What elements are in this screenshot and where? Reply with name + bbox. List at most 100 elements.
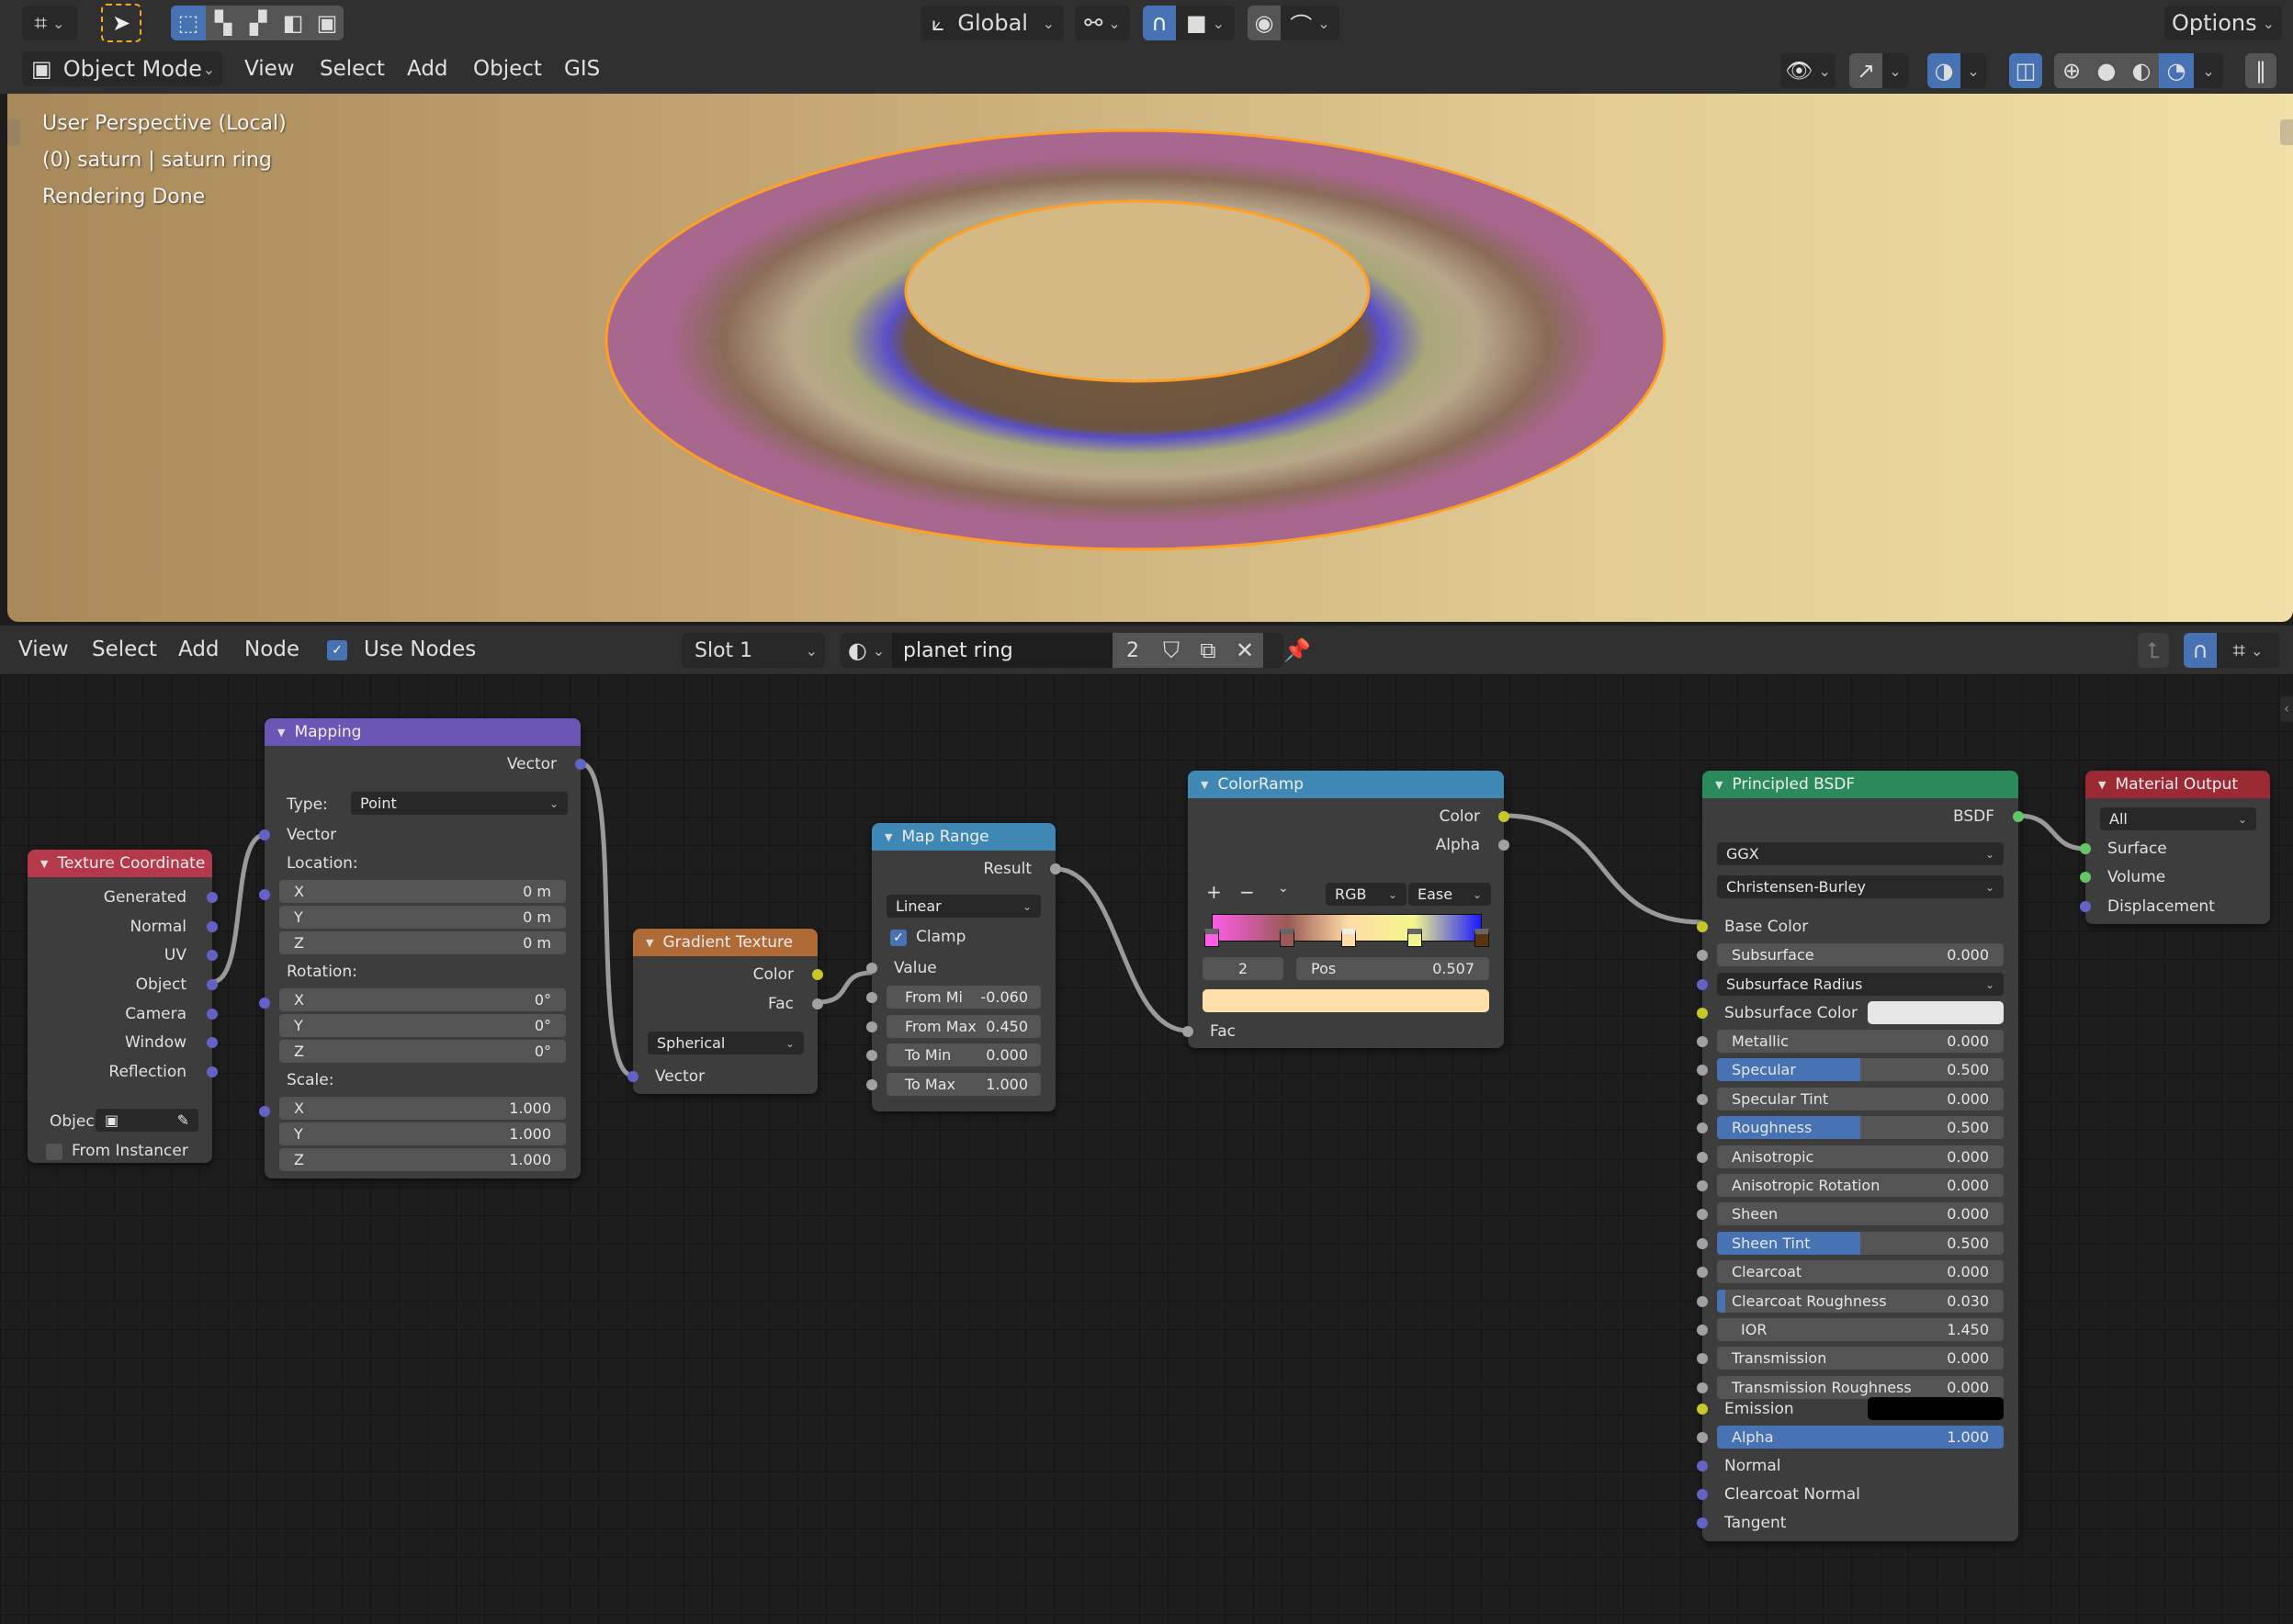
location-x-field[interactable]: X 0 m: [279, 880, 566, 903]
collapse-triangle-icon[interactable]: ▼: [2098, 779, 2106, 791]
distribution-dropdown[interactable]: GGX ⌄: [1717, 842, 2004, 865]
socket-displacement[interactable]: [2080, 901, 2091, 912]
node-header[interactable]: ▼ Texture Coordinate: [28, 850, 212, 877]
gradient-type-dropdown[interactable]: Spherical ⌄: [648, 1032, 804, 1054]
node-canvas[interactable]: ‹ ▼ Texture Coordinate Generated Normal U…: [0, 674, 2293, 1624]
add-stop-button[interactable]: +: [1206, 881, 1222, 903]
unlink-material-button[interactable]: ✕: [1226, 633, 1263, 668]
roughness-field[interactable]: Roughness 0.500: [1717, 1116, 2004, 1140]
falloff-dropdown[interactable]: ⌒ ⌄: [1281, 6, 1339, 40]
sheen-field[interactable]: Sheen 0.000: [1717, 1202, 2004, 1226]
select-tool-button[interactable]: ➤: [101, 4, 141, 42]
socket-ior[interactable]: [1697, 1325, 1708, 1336]
eyedropper-icon[interactable]: ✎: [177, 1111, 189, 1129]
node-header[interactable]: ▼ Mapping: [265, 718, 581, 746]
remove-stop-button[interactable]: −: [1239, 881, 1255, 903]
selectability-visibility-dropdown[interactable]: 👁 ⌄: [1780, 53, 1836, 88]
node-principled-bsdf[interactable]: ▼ Principled BSDF BSDF GGX ⌄ Christensen-B…: [1697, 771, 2024, 1541]
pin-button[interactable]: 📌: [1281, 633, 1314, 668]
node-menu-node[interactable]: Node: [244, 637, 299, 661]
shading-dropdown[interactable]: ⌄: [2194, 53, 2223, 88]
collapse-triangle-icon[interactable]: ▼: [885, 831, 892, 843]
socket-to-max[interactable]: [866, 1079, 877, 1090]
node-sidebar-expand-tab[interactable]: ‹: [2280, 696, 2293, 722]
color-stop-handle[interactable]: [1406, 929, 1422, 947]
socket-input-vector[interactable]: [259, 829, 270, 840]
socket-volume[interactable]: [2080, 872, 2091, 883]
alpha-field[interactable]: Alpha 1.000: [1717, 1426, 2004, 1449]
color-stop-handle[interactable]: [1341, 929, 1357, 947]
clamp-checkbox[interactable]: ✓: [890, 930, 907, 946]
socket-result[interactable]: [1050, 863, 1061, 874]
socket-fac[interactable]: [812, 998, 823, 1009]
scale-x-field[interactable]: X 1.000: [279, 1097, 566, 1120]
socket-rotation[interactable]: [259, 998, 270, 1009]
socket-anisotropic[interactable]: [1697, 1151, 1708, 1163]
collapse-triangle-icon[interactable]: ▼: [1715, 779, 1723, 791]
location-y-field[interactable]: Y 0 m: [279, 906, 566, 929]
socket-normal[interactable]: [1697, 1460, 1708, 1472]
gizmo-toggle[interactable]: ↗: [1849, 53, 1882, 88]
subsurface-color-swatch[interactable]: [1868, 1001, 2004, 1024]
socket-sheen-tint[interactable]: [1697, 1237, 1708, 1249]
stop-position-field[interactable]: Pos 0.507: [1296, 957, 1489, 980]
subsurface-field[interactable]: Subsurface 0.000: [1717, 943, 2004, 966]
object-mode-dropdown[interactable]: ▣ Object Mode ⌄: [22, 51, 222, 86]
clearcoat-roughness-field[interactable]: Clearcoat Roughness 0.030: [1717, 1289, 2004, 1313]
gizmo-dropdown[interactable]: ⌄: [1882, 53, 1908, 88]
node-header[interactable]: ▼ Map Range: [872, 823, 1056, 851]
socket-roughness[interactable]: [1697, 1122, 1708, 1134]
select-new-button[interactable]: ⬚: [171, 6, 206, 40]
node-gradient-texture[interactable]: ▼ Gradient Texture Color Fac Spherical ⌄ V…: [627, 929, 823, 1094]
node-texture-coordinate[interactable]: ▼ Texture Coordinate Generated Normal UV …: [28, 850, 218, 1163]
socket-transmission[interactable]: [1697, 1353, 1708, 1365]
node-header[interactable]: ▼ ColorRamp: [1188, 771, 1504, 798]
menu-select[interactable]: Select: [320, 57, 385, 81]
object-picker-field[interactable]: ▣ ✎: [96, 1109, 198, 1132]
node-map-range[interactable]: ▼ Map Range Result Linear ⌄ ✓ Clamp Value …: [866, 823, 1061, 1111]
socket-alpha[interactable]: [1498, 840, 1509, 851]
socket-color[interactable]: [812, 969, 823, 980]
node-menu-view[interactable]: View: [18, 637, 69, 661]
snap-toggle[interactable]: ∩: [1143, 6, 1176, 40]
node-header[interactable]: ▼ Principled BSDF: [1702, 771, 2018, 798]
shading-solid-button[interactable]: ●: [2089, 53, 2124, 88]
shading-wireframe-button[interactable]: ⊕: [2054, 53, 2089, 88]
snap-target-dropdown[interactable]: ■ ⌄: [1176, 6, 1235, 40]
proportional-edit-toggle[interactable]: ◉: [1248, 6, 1281, 40]
select-invert-button[interactable]: ◧: [276, 6, 311, 40]
socket-anisotropic-rotation[interactable]: [1697, 1180, 1708, 1191]
metallic-field[interactable]: Metallic 0.000: [1717, 1030, 2004, 1053]
interpolation-dropdown[interactable]: Linear ⌄: [887, 895, 1041, 918]
socket-subsurface[interactable]: [1697, 950, 1708, 961]
slot-dropdown[interactable]: Slot 1 ⌄: [682, 633, 825, 668]
socket-window[interactable]: [207, 1037, 218, 1048]
specular-tint-field[interactable]: Specular Tint 0.000: [1717, 1087, 2004, 1111]
from-max-field[interactable]: From Max 0.450: [887, 1015, 1041, 1038]
socket-tangent[interactable]: [1697, 1517, 1708, 1528]
node-menu-select[interactable]: Select: [92, 637, 157, 661]
color-stop-handle[interactable]: [1204, 929, 1219, 947]
socket-color[interactable]: [1498, 811, 1509, 822]
socket-camera[interactable]: [207, 1009, 218, 1020]
material-name-field[interactable]: planet ring: [892, 633, 1113, 668]
socket-clearcoat-normal[interactable]: [1697, 1489, 1708, 1500]
socket-specular[interactable]: [1697, 1065, 1708, 1077]
subsurface-method-dropdown[interactable]: Christensen-Burley ⌄: [1717, 875, 2004, 898]
socket-uv[interactable]: [207, 950, 218, 961]
clearcoat-field[interactable]: Clearcoat 0.000: [1717, 1260, 2004, 1284]
socket-from-min[interactable]: [866, 992, 877, 1003]
pause-render-button[interactable]: ‖: [2245, 53, 2276, 88]
node-header[interactable]: ▼ Material Output: [2085, 771, 2270, 798]
node-colorramp[interactable]: ▼ ColorRamp Color Alpha + − ⌄ RGB ⌄ Ease ⌄ …: [1182, 771, 1509, 1048]
socket-bsdf[interactable]: [2013, 811, 2024, 822]
overlays-toggle[interactable]: ◑: [1927, 53, 1960, 88]
options-dropdown[interactable]: Options ⌄: [2164, 6, 2282, 40]
socket-output-vector[interactable]: [575, 759, 586, 770]
to-max-field[interactable]: To Max 1.000: [887, 1073, 1041, 1096]
shading-rendered-button[interactable]: ◔: [2159, 53, 2194, 88]
socket-alpha[interactable]: [1697, 1432, 1708, 1443]
active-stop-color-swatch[interactable]: [1203, 989, 1489, 1012]
browse-material-button[interactable]: ◐ ⌄: [841, 633, 892, 668]
socket-value[interactable]: [866, 963, 877, 974]
